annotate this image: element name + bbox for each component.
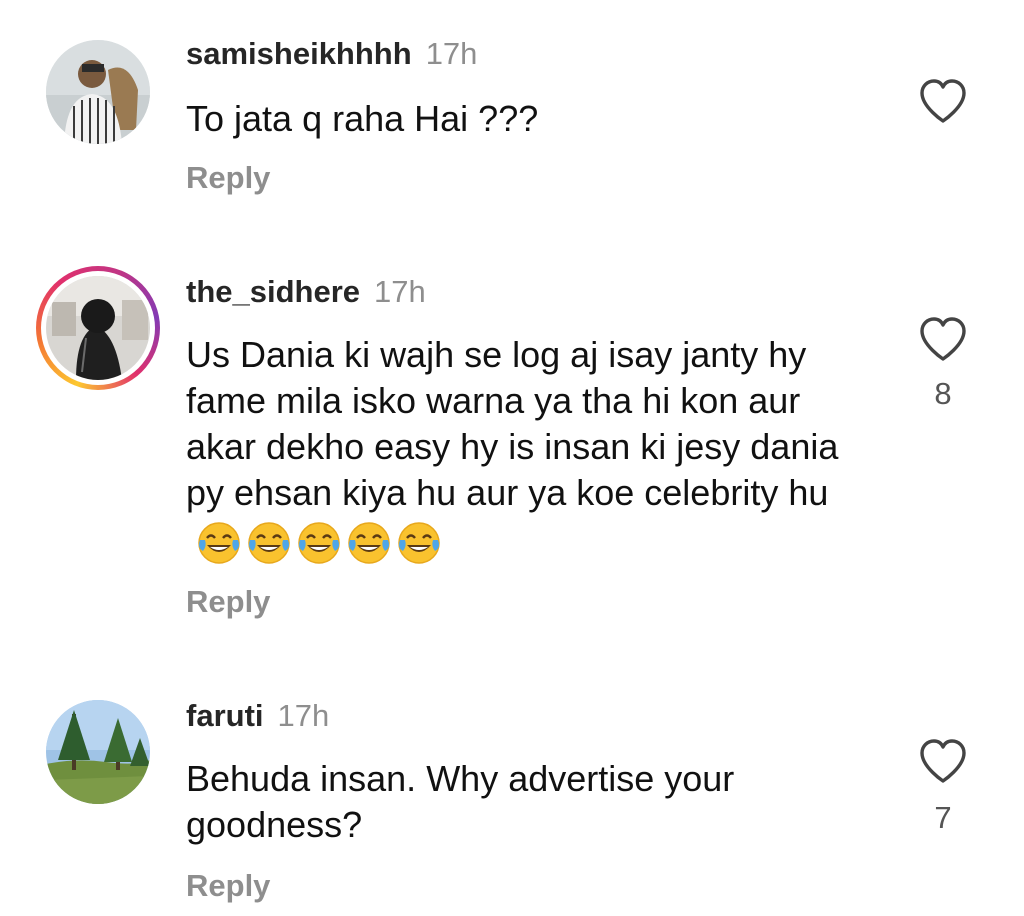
heart-outline-icon[interactable] [918, 78, 968, 124]
username[interactable]: faruti [186, 698, 264, 733]
avatar-photo-icon [46, 40, 150, 144]
emoji-group [196, 517, 446, 565]
avatar-photo-icon [46, 276, 150, 380]
reply-button[interactable]: Reply [186, 584, 270, 620]
heart-outline-icon[interactable] [918, 738, 968, 784]
like-count: 8 [934, 376, 952, 411]
like-count: 7 [934, 800, 952, 835]
username[interactable]: the_sidhere [186, 274, 360, 309]
face-with-tears-of-joy-icon [398, 521, 440, 564]
comment-header: samisheikhhhh 17h [186, 36, 477, 72]
avatar[interactable] [46, 700, 150, 804]
timestamp: 17h [425, 36, 478, 71]
reply-button[interactable]: Reply [186, 160, 270, 196]
face-with-tears-of-joy-icon [198, 521, 240, 564]
face-with-tears-of-joy-icon [248, 521, 290, 564]
reply-button[interactable]: Reply [186, 868, 270, 904]
avatar[interactable] [46, 40, 150, 144]
avatar[interactable] [46, 276, 150, 380]
face-with-tears-of-joy-icon [348, 521, 390, 564]
comment-text: To jata q raha Hai ??? [186, 98, 539, 139]
avatar-photo-icon [46, 700, 150, 804]
face-with-tears-of-joy-icon [298, 521, 340, 564]
timestamp: 17h [277, 698, 330, 733]
comment-header: faruti 17h [186, 698, 329, 734]
comment-text: Us Dania ki wajh se log aj isay janty hy… [186, 332, 876, 566]
timestamp: 17h [374, 274, 426, 309]
comment-text-content: Us Dania ki wajh se log aj isay janty hy… [186, 334, 839, 513]
comment-header: the_sidhere 17h [186, 274, 426, 310]
comment-text: Behuda insan. Why advertise your goodnes… [186, 758, 735, 845]
heart-outline-icon[interactable] [918, 316, 968, 362]
username[interactable]: samisheikhhhh [186, 36, 412, 71]
